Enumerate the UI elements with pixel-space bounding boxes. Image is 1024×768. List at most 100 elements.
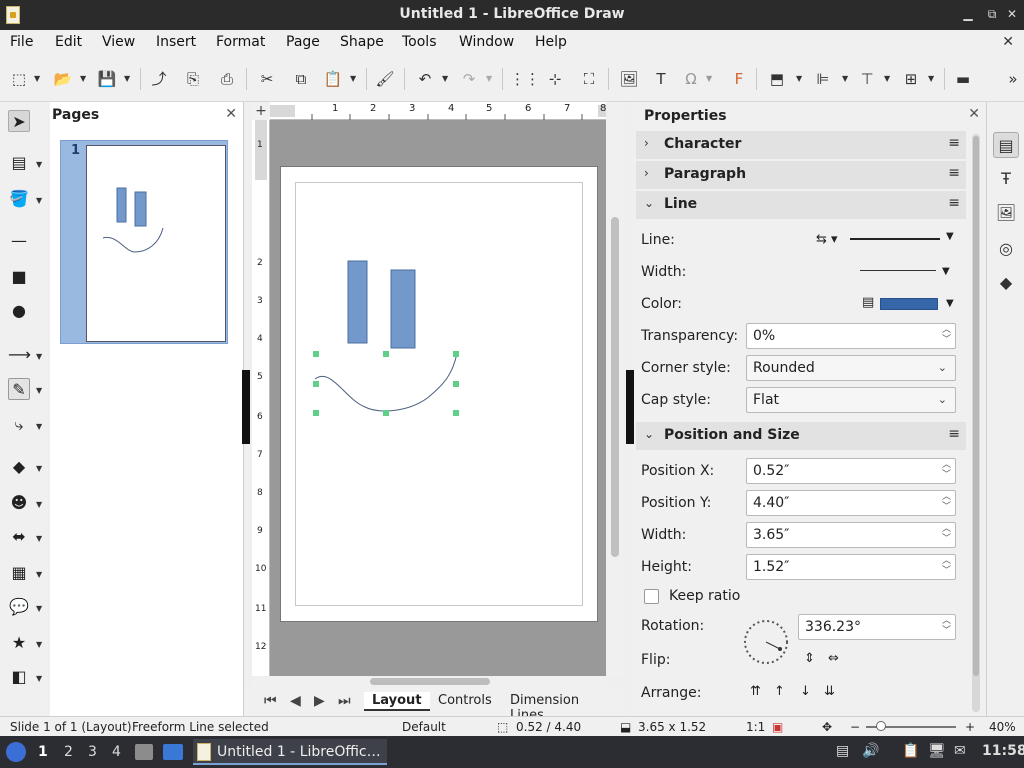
new-icon[interactable]: ⬚ <box>8 68 30 90</box>
cap-style-select[interactable]: Flat ⌄ <box>746 387 956 413</box>
export-icon[interactable]: ⤴ <box>148 68 170 90</box>
line-color-swatch[interactable] <box>880 298 938 310</box>
clock[interactable]: 11:58 <box>982 743 1024 759</box>
stars-dropdown-icon[interactable]: ▼ <box>36 640 42 649</box>
hamburger-menu-icon[interactable]: ≡ <box>948 165 960 181</box>
undo-dropdown-icon[interactable]: ▼ <box>442 74 450 83</box>
menu-view[interactable]: View <box>102 34 135 50</box>
tray-app-icon[interactable]: ▤ <box>836 743 849 759</box>
first-tab-icon[interactable]: ⏮ <box>264 693 277 709</box>
line-tool-icon[interactable]: — <box>8 230 30 252</box>
chevron-down-icon[interactable]: ▼ <box>946 298 954 309</box>
collapse-sidebar-handle[interactable] <box>626 370 634 444</box>
special-character-icon[interactable]: Ω <box>680 68 702 90</box>
tab-controls[interactable]: Controls <box>430 692 500 709</box>
hamburger-menu-icon[interactable]: ≡ <box>948 135 960 151</box>
spinner-icon[interactable]: ︿ ﹀ <box>942 524 951 544</box>
select-arrow-icon[interactable]: ➤ <box>8 110 30 132</box>
distribute-dropdown-icon[interactable]: ▼ <box>928 74 936 83</box>
grid-icon[interactable]: ⋮⋮ <box>510 68 540 90</box>
spinner-icon[interactable]: ︿ ﹀ <box>942 616 951 636</box>
maximize-button[interactable]: ⧉ <box>984 6 1000 22</box>
right-eye-rectangle[interactable] <box>390 269 416 349</box>
bring-forward-icon[interactable]: ↑ <box>774 684 785 699</box>
section-line[interactable]: ⌄ Line ≡ <box>636 191 966 219</box>
drawing-canvas[interactable]: + 1 2 3 4 5 6 7 8 1 2 3 4 5 6 7 8 9 10 1… <box>252 102 606 676</box>
styles-deck-icon[interactable]: Ŧ <box>993 166 1019 192</box>
arrow-style-icon[interactable]: ⇆ ▾ <box>816 232 838 247</box>
cut-icon[interactable]: ✂ <box>256 68 278 90</box>
workspace-1[interactable]: 1 <box>38 744 48 760</box>
align-dropdown-icon[interactable]: ▼ <box>842 74 850 83</box>
clipboard-icon[interactable]: 📋 <box>902 743 919 759</box>
align-objects-icon[interactable]: ⊫ <box>812 68 834 90</box>
notifications-icon[interactable]: ✉ <box>954 743 966 759</box>
3d-objects-dropdown-icon[interactable]: ▼ <box>36 674 42 683</box>
clone-formatting-icon[interactable]: 🖌 <box>374 68 396 90</box>
menu-help[interactable]: Help <box>535 34 567 50</box>
position-y-input[interactable]: 4.40″ ︿ ﹀ <box>746 490 956 516</box>
arrange-dropdown-icon[interactable]: ▼ <box>884 74 892 83</box>
bring-to-front-icon[interactable]: ⇈ <box>750 684 761 699</box>
menu-format[interactable]: Format <box>216 34 265 50</box>
block-arrows-icon[interactable]: ⬌ <box>8 526 30 548</box>
size-width-input[interactable]: 3.65″ ︿ ﹀ <box>746 522 956 548</box>
undo-icon[interactable]: ↶ <box>414 68 436 90</box>
menu-edit[interactable]: Edit <box>55 34 82 50</box>
save-dropdown-icon[interactable]: ▼ <box>124 74 132 83</box>
zoom-pan-icon[interactable]: ⛶ <box>578 68 600 90</box>
line-color-dropdown-icon[interactable]: ▼ <box>36 160 42 169</box>
fontwork-icon[interactable]: F <box>728 68 750 90</box>
network-icon[interactable]: 🖥 <box>928 743 946 759</box>
basic-shapes-dropdown-icon[interactable]: ▼ <box>36 464 42 473</box>
toolbar-overflow-icon[interactable]: » <box>1002 68 1024 90</box>
fit-page-icon[interactable]: ✥ <box>822 720 832 734</box>
save-icon[interactable]: 💾 <box>96 68 118 90</box>
menu-insert[interactable]: Insert <box>156 34 196 50</box>
flip-vertical-icon[interactable]: ⇕ <box>804 651 815 666</box>
print-icon[interactable]: ⎙ <box>216 68 238 90</box>
close-document-icon[interactable]: ✕ <box>1002 34 1014 50</box>
workspace-3[interactable]: 3 <box>88 744 97 760</box>
zoom-slider-handle[interactable] <box>876 721 886 731</box>
collapse-pages-handle[interactable] <box>242 370 250 444</box>
transformations-dropdown-icon[interactable]: ▼ <box>796 74 804 83</box>
drawing-page[interactable] <box>280 166 598 622</box>
menu-file[interactable]: File <box>10 34 33 50</box>
vertical-ruler[interactable]: 1 2 3 4 5 6 7 8 9 10 11 12 <box>252 120 270 676</box>
close-pages-panel-icon[interactable]: ✕ <box>225 106 237 122</box>
rectangle-tool-icon[interactable]: ■ <box>8 266 30 288</box>
basic-shapes-icon[interactable]: ◆ <box>8 456 30 478</box>
menu-tools[interactable]: Tools <box>402 34 437 50</box>
freeform-pen-icon[interactable]: ✎ <box>8 378 30 400</box>
stars-icon[interactable]: ★ <box>8 632 30 654</box>
shadow-icon[interactable]: ▬ <box>952 68 974 90</box>
close-sidebar-icon[interactable]: ✕ <box>968 106 980 122</box>
ruler-origin-icon[interactable]: + <box>252 102 270 120</box>
lines-arrows-dropdown-icon[interactable]: ▼ <box>36 352 42 361</box>
section-character[interactable]: › Character ≡ <box>636 131 966 159</box>
line-color-picker-icon[interactable]: ▤ <box>862 295 874 310</box>
send-backward-icon[interactable]: ↓ <box>800 684 811 699</box>
arrange-icon[interactable]: ⊤ <box>856 68 878 90</box>
hamburger-menu-icon[interactable]: ≡ <box>948 426 960 442</box>
spinner-icon[interactable]: ︿ ﹀ <box>942 556 951 576</box>
document-modified-icon[interactable]: ▣ <box>772 720 783 734</box>
workspace-2[interactable]: 2 <box>64 744 73 760</box>
line-width-select[interactable]: ▼ <box>848 262 958 280</box>
menu-shape[interactable]: Shape <box>340 34 384 50</box>
spinner-icon[interactable]: ︿ ﹀ <box>942 460 951 480</box>
flowchart-icon[interactable]: ▦ <box>8 562 30 584</box>
last-tab-icon[interactable]: ⏭ <box>338 693 351 709</box>
workspace-4[interactable]: 4 <box>112 744 121 760</box>
vertical-scrollbar[interactable] <box>608 102 624 676</box>
flowchart-dropdown-icon[interactable]: ▼ <box>36 570 42 579</box>
paste-dropdown-icon[interactable]: ▼ <box>350 74 358 83</box>
zoom-out-icon[interactable]: − <box>850 720 860 734</box>
properties-deck-icon[interactable]: ▤ <box>993 132 1019 158</box>
zoom-level[interactable]: 40% <box>989 720 1016 734</box>
navigator-deck-icon[interactable]: ◎ <box>993 236 1019 262</box>
copy-icon[interactable]: ⧉ <box>290 68 312 90</box>
3d-objects-icon[interactable]: ◧ <box>8 666 30 688</box>
show-desktop-icon[interactable] <box>163 744 183 760</box>
